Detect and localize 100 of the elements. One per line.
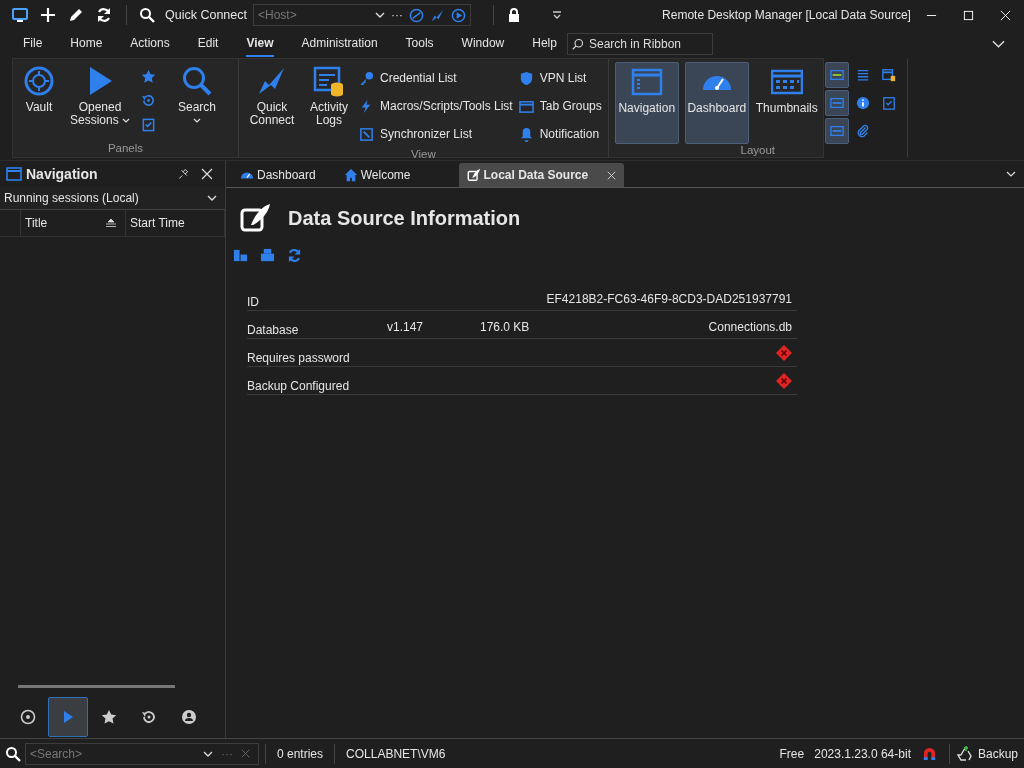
menu-tab[interactable]: Home: [70, 31, 103, 57]
ribbon-search-field[interactable]: Search in Ribbon: [566, 33, 713, 55]
history-icon[interactable]: [141, 92, 156, 108]
menu-tab[interactable]: Actions: [130, 31, 170, 57]
caret-icon[interactable]: [1006, 171, 1016, 177]
sync-icon: [359, 126, 374, 142]
shield-icon: [518, 70, 534, 86]
user-icon: [181, 709, 197, 725]
database-icon[interactable]: [233, 248, 248, 263]
field-label: Database: [247, 323, 300, 337]
menu-tab[interactable]: Edit: [197, 31, 219, 57]
panel-icon: [829, 96, 844, 110]
ribbon-list-button[interactable]: Synchronizer List: [359, 120, 513, 148]
document-tab[interactable]: Welcome: [335, 163, 419, 187]
field-label: Requires password: [247, 351, 351, 365]
quick-connect-button[interactable]: Quick Connect: [245, 62, 299, 148]
document-tab[interactable]: Local Data Source: [458, 163, 625, 187]
panel-title: Navigation: [26, 166, 99, 182]
info-icon: [855, 96, 870, 110]
feather-note-icon: [240, 202, 272, 234]
menu-tab[interactable]: Help: [532, 31, 557, 57]
close-icon[interactable]: [201, 168, 213, 180]
paperclip-icon: [855, 124, 870, 138]
caret-icon: [207, 195, 217, 201]
document-tab[interactable]: Dashboard: [232, 163, 324, 187]
dropdown-icon[interactable]: [552, 11, 562, 19]
search-button[interactable]: Search: [162, 62, 232, 142]
maximize-icon[interactable]: [963, 9, 974, 21]
field-value: Connections.db: [708, 320, 793, 336]
collapse-icon[interactable]: [992, 40, 1005, 48]
layout-button[interactable]: Dashboard: [684, 62, 749, 144]
column-header[interactable]: Title: [21, 210, 126, 236]
scrollbar[interactable]: [18, 685, 175, 688]
caret-icon: [193, 118, 201, 124]
checklist-icon: [881, 96, 896, 110]
tabs-icon: [518, 98, 534, 114]
entry-count: 0 entries: [277, 746, 324, 761]
plus-icon[interactable]: [40, 7, 56, 23]
vault-icon: [23, 65, 55, 97]
menu-tab[interactable]: Window: [461, 31, 505, 57]
group-title: Layout: [739, 144, 776, 157]
ribbon-list-button[interactable]: Notification: [518, 120, 602, 148]
opened-sessions-button[interactable]: Opened Sessions: [65, 62, 135, 142]
menu-tab[interactable]: Administration: [301, 31, 378, 57]
panel-icon: [829, 68, 844, 82]
license-label: Free: [779, 746, 805, 761]
table-icon: [881, 68, 896, 82]
field-value: 176.0 KB: [480, 320, 530, 336]
field-value: EF4218B2-FC63-46F9-8CD3-DAD251937791: [546, 292, 793, 308]
ribbon-list-button[interactable]: VPN List: [518, 64, 602, 92]
monitor-icon[interactable]: [12, 7, 28, 23]
caret-icon: [122, 118, 130, 124]
more-button[interactable]: ···: [391, 8, 403, 22]
layout-toggle[interactable]: [824, 118, 849, 144]
recycle-icon: [955, 744, 974, 763]
search-icon: [181, 65, 213, 97]
layout-toggle[interactable]: [824, 62, 849, 88]
layout-toggle[interactable]: [824, 90, 849, 116]
user-name: COLLABNET\VM6: [346, 746, 446, 761]
group-title: Panels: [106, 142, 145, 156]
search-icon: [571, 38, 584, 50]
history-icon: [140, 709, 157, 725]
view-button[interactable]: [48, 697, 89, 737]
pencil-icon[interactable]: [68, 7, 84, 23]
caret-icon[interactable]: [203, 750, 213, 757]
window-title: Remote Desktop Manager [Local Data Source]: [661, 8, 912, 22]
play-icon[interactable]: [451, 7, 466, 23]
key-icon: [359, 70, 374, 86]
pin-icon[interactable]: [177, 168, 189, 180]
star-icon: [100, 709, 117, 725]
menu-tab[interactable]: File: [23, 31, 43, 57]
panel-icon: [829, 124, 844, 138]
list-icon: [855, 68, 870, 82]
column-header[interactable]: Start Time: [126, 210, 225, 236]
ribbon-list-button[interactable]: Credential List: [359, 64, 513, 92]
host-field[interactable]: <Host> ···: [253, 4, 471, 26]
version-label: 2023.1.23.0 64-bit: [814, 746, 911, 761]
ribbon-list-button[interactable]: Tab Groups: [518, 92, 602, 120]
ribbon-list-button[interactable]: Macros/Scripts/Tools List: [359, 92, 513, 120]
group-title: View: [410, 148, 437, 160]
menu-tab[interactable]: Tools: [405, 31, 434, 57]
backup-button[interactable]: Backup: [955, 744, 1024, 763]
feather-note-icon: [466, 168, 481, 182]
home-icon: [343, 168, 358, 182]
layout-button[interactable]: Thumbnails: [754, 62, 819, 144]
caret-icon[interactable]: [375, 12, 385, 18]
window-icon: [630, 66, 663, 98]
activity-logs-button[interactable]: Activity Logs: [305, 62, 353, 148]
layout-button[interactable]: Navigation: [614, 62, 679, 144]
printer-icon[interactable]: [260, 248, 275, 263]
clipboard-icon[interactable]: [141, 116, 156, 132]
star-icon[interactable]: [141, 68, 156, 84]
page-heading: Data Source Information: [288, 206, 521, 230]
clear-icon[interactable]: [241, 749, 250, 758]
lock-icon[interactable]: [506, 7, 522, 23]
vault-button[interactable]: Vault: [19, 62, 59, 142]
magnet-icon[interactable]: [921, 746, 937, 761]
field-label: Backup Configured: [247, 379, 351, 393]
log-database-icon: [313, 65, 345, 97]
search-icon[interactable]: [139, 7, 155, 23]
